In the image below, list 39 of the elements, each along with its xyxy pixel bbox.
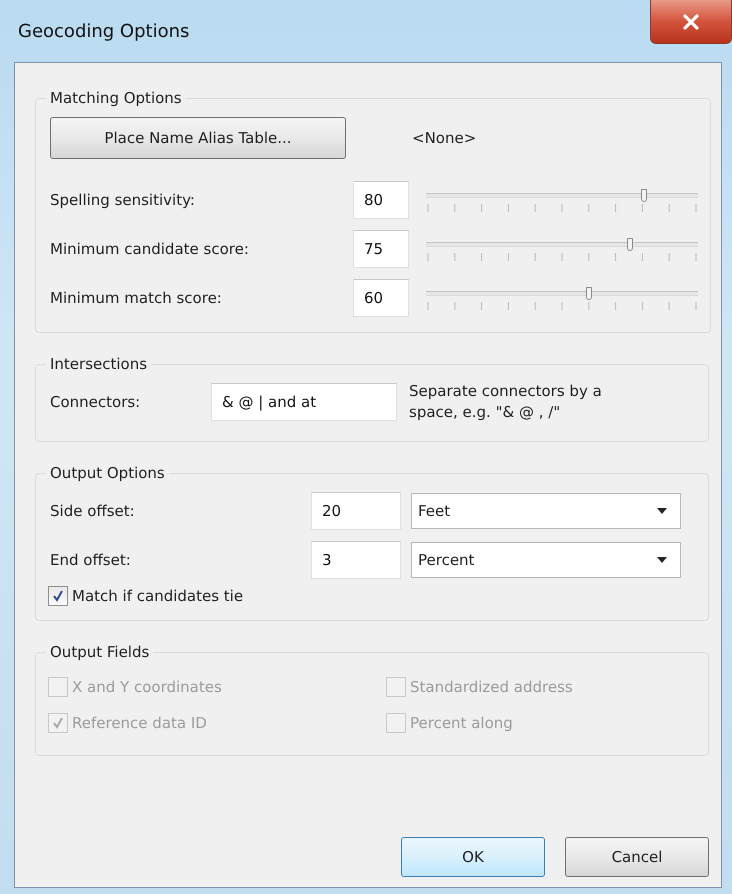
slider-thumb[interactable]	[640, 189, 647, 202]
connectors-field[interactable]: & @ | and at	[211, 383, 397, 421]
offset-field[interactable]: 20	[311, 492, 401, 530]
check-icon	[52, 717, 64, 729]
checkbox-label: Percent along	[410, 714, 513, 732]
alias-table-value: <None>	[412, 129, 476, 147]
caret-icon	[656, 506, 668, 514]
group-title: Output Fields	[49, 643, 150, 661]
setting-label: Minimum match score:	[50, 288, 223, 306]
close-button[interactable]	[650, 0, 732, 44]
number-field[interactable]: 60	[353, 278, 409, 316]
checkbox[interactable]	[48, 586, 68, 606]
dialog-button[interactable]: Cancel	[565, 837, 709, 877]
number-field[interactable]: 75	[353, 230, 409, 268]
setting-label: Spelling sensitivity:	[50, 190, 196, 208]
unit-dropdown[interactable]: Percent	[411, 542, 681, 578]
group-title: Matching Options	[49, 89, 183, 107]
slider-thumb[interactable]	[627, 238, 633, 251]
unit-dropdown[interactable]: Feet	[411, 492, 681, 528]
offset-label: Side offset:	[50, 502, 136, 520]
checkbox-label: Standardized address	[410, 678, 573, 696]
connectors-label: Connectors:	[50, 393, 142, 411]
slider-thumb[interactable]	[586, 287, 592, 300]
dialog-button[interactable]: OK	[401, 837, 545, 877]
alias-table-button[interactable]: Place Name Alias Table...	[50, 117, 346, 159]
number-field[interactable]: 80	[353, 180, 409, 218]
group-title: Output Options	[49, 464, 166, 482]
setting-label: Minimum candidate score:	[50, 240, 250, 258]
offset-field[interactable]: 3	[311, 540, 401, 578]
window-title: Geocoding Options	[17, 20, 190, 42]
caret-icon	[656, 556, 668, 564]
check-icon	[52, 590, 64, 602]
group-title: Intersections	[49, 355, 148, 373]
close-icon	[682, 14, 700, 30]
offset-label: End offset:	[50, 550, 132, 568]
checkbox-label: Match if candidates tie	[72, 587, 244, 605]
hint-text: Separate connectors by a space, e.g. "& @ , /"	[409, 381, 603, 423]
checkbox-label: Reference data ID	[72, 714, 207, 732]
checkbox-label: X and Y coordinates	[72, 678, 222, 696]
